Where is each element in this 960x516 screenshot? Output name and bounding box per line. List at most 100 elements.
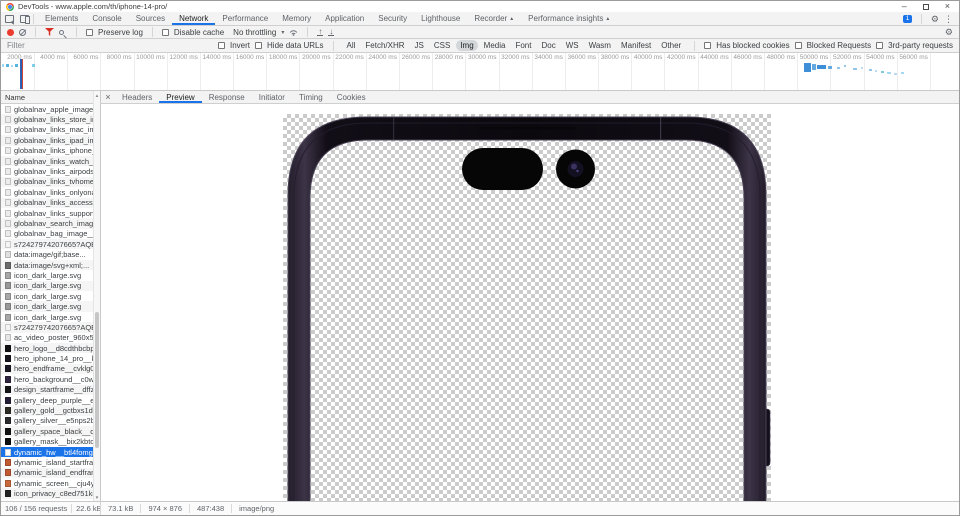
- request-row[interactable]: globalnav_links_ipad_image__: [1, 135, 100, 146]
- filter-type-other[interactable]: Other: [657, 40, 685, 51]
- detail-tab-cookies[interactable]: Cookies: [330, 91, 373, 103]
- request-row[interactable]: icon_dark_large.svg: [1, 312, 100, 322]
- export-har-icon[interactable]: ↓: [328, 28, 335, 36]
- request-row[interactable]: globalnav_search_image__cbl: [1, 218, 100, 229]
- devtools-tab-network[interactable]: Network: [172, 12, 215, 25]
- detail-tab-initiator[interactable]: Initiator: [252, 91, 292, 103]
- devtools-tab-performance[interactable]: Performance: [215, 12, 275, 25]
- request-row[interactable]: icon_dark_large.svg: [1, 301, 100, 312]
- request-row[interactable]: s72427974207665?AQB=1&in: [1, 239, 100, 250]
- request-row[interactable]: hero_endframe__cvklg0xk3w6: [1, 363, 100, 375]
- request-row[interactable]: globalnav_apple_image__b5e: [1, 104, 100, 114]
- chevron-down-icon[interactable]: ▾: [281, 29, 284, 36]
- blocked-requests-checkbox[interactable]: [794, 42, 802, 49]
- request-row[interactable]: hero_iphone_14_pro__kzr001.: [1, 353, 100, 363]
- request-row[interactable]: gallery_silver__e5nps2bqzt26.: [1, 416, 100, 426]
- request-row[interactable]: gallery_space_black__dnuomb: [1, 426, 100, 437]
- scroll-up-icon[interactable]: ▲: [94, 91, 100, 99]
- filter-type-media[interactable]: Media: [480, 40, 510, 51]
- device-toolbar-icon[interactable]: [20, 14, 30, 24]
- request-row[interactable]: globalnav_bag_image__yzte5l: [1, 229, 100, 239]
- network-overview-timeline[interactable]: 2000 ms 4000 ms 6000 ms 8000 ms 10000 ms 1200…: [1, 53, 959, 91]
- invert-checkbox[interactable]: [218, 42, 225, 49]
- detail-tab-timing[interactable]: Timing: [292, 91, 330, 103]
- devtools-tab-elements[interactable]: Elements: [38, 12, 85, 25]
- filter-type-doc[interactable]: Doc: [537, 40, 559, 51]
- disable-cache-checkbox[interactable]: [161, 28, 169, 36]
- request-row[interactable]: hero_background__c0w6qmq: [1, 374, 100, 384]
- import-har-icon[interactable]: ↑: [317, 28, 324, 36]
- throttling-select[interactable]: No throttling: [233, 28, 276, 37]
- record-button[interactable]: [7, 28, 14, 36]
- inspect-element-icon[interactable]: [5, 14, 14, 23]
- request-row[interactable]: icon_privacy_c8ed751kid4v_l: [1, 488, 100, 499]
- request-row[interactable]: globalnav_links_support_imag: [1, 208, 100, 218]
- more-menu-icon[interactable]: ⋮: [944, 14, 953, 24]
- request-row[interactable]: globalnav_links_accessories_i: [1, 197, 100, 208]
- devtools-tab-application[interactable]: Application: [318, 12, 371, 25]
- request-row[interactable]: globalnav_links_iphone_imag: [1, 146, 100, 156]
- maximize-button[interactable]: [922, 3, 929, 10]
- filter-type-fetchxhr[interactable]: Fetch/XHR: [361, 40, 408, 51]
- request-row[interactable]: dynamic_screen__cju4yfobexv: [1, 478, 100, 488]
- devtools-tab-memory[interactable]: Memory: [275, 12, 318, 25]
- request-row[interactable]: data:image/gif;base...: [1, 249, 100, 259]
- request-row[interactable]: gallery_gold__gctbxs1dpb6m: [1, 405, 100, 416]
- filter-funnel-icon[interactable]: [45, 28, 54, 36]
- request-row[interactable]: dynamic_hw__btl4fomgnpyu_: [1, 446, 100, 458]
- request-row[interactable]: icon_dark_large.svg: [1, 270, 100, 280]
- request-row[interactable]: globalnav_links_onlyonapple_: [1, 187, 100, 197]
- request-row[interactable]: icon_dark_large.svg: [1, 291, 100, 301]
- settings-gear-icon[interactable]: ⚙: [931, 14, 939, 24]
- filter-type-font[interactable]: Font: [511, 40, 535, 51]
- issues-badge[interactable]: 1: [903, 14, 912, 23]
- request-row[interactable]: ac_video_poster_960x540.jpg: [1, 333, 100, 343]
- network-settings-gear-icon[interactable]: ⚙: [945, 27, 953, 37]
- request-row[interactable]: icon_dark_large.svg: [1, 280, 100, 292]
- close-detail-icon[interactable]: ×: [101, 91, 115, 103]
- network-conditions-icon[interactable]: [289, 28, 298, 36]
- minimize-button[interactable]: –: [902, 2, 907, 11]
- preserve-log-checkbox[interactable]: [86, 28, 93, 36]
- devtools-tab-performance-insights[interactable]: Performance insights ▲: [521, 12, 617, 25]
- detail-tab-response[interactable]: Response: [202, 91, 252, 103]
- devtools-tab-recorder[interactable]: Recorder ▲: [467, 12, 521, 25]
- filter-type-js[interactable]: JS: [411, 40, 428, 51]
- request-row[interactable]: globalnav_links_store_image_: [1, 114, 100, 125]
- requests-scrollbar[interactable]: ▲ ▼: [93, 91, 100, 501]
- request-row[interactable]: dynamic_island_startframe__c: [1, 457, 100, 467]
- request-row[interactable]: globalnav_links_watch_image: [1, 155, 100, 167]
- name-column-header[interactable]: Name: [1, 91, 100, 104]
- detail-tab-headers[interactable]: Headers: [115, 91, 159, 103]
- filter-input[interactable]: [7, 41, 213, 50]
- request-row[interactable]: hero_logo__d8cdthbcbp8i_lar: [1, 342, 100, 354]
- request-row[interactable]: globalnav_links_mac_image__: [1, 125, 100, 135]
- has-blocked-cookies-checkbox[interactable]: [704, 42, 712, 49]
- request-row[interactable]: design_startframe__dffzvjeyrc: [1, 384, 100, 395]
- request-row[interactable]: gallery_deep_purple__eog5f5.: [1, 395, 100, 405]
- detail-tab-preview[interactable]: Preview: [159, 91, 201, 103]
- filter-type-wasm[interactable]: Wasm: [585, 40, 615, 51]
- request-row[interactable]: dynamic_island_endframe__ej: [1, 467, 100, 479]
- filter-type-ws[interactable]: WS: [562, 40, 583, 51]
- scroll-down-icon[interactable]: ▼: [94, 493, 100, 501]
- devtools-tab-sources[interactable]: Sources: [129, 12, 172, 25]
- devtools-tab-lighthouse[interactable]: Lighthouse: [414, 12, 467, 25]
- devtools-tab-console[interactable]: Console: [85, 12, 128, 25]
- filter-type-manifest[interactable]: Manifest: [617, 40, 655, 51]
- hide-data-urls-checkbox[interactable]: [255, 42, 263, 49]
- filter-type-img[interactable]: Img: [456, 40, 478, 51]
- scrollbar-thumb[interactable]: [95, 312, 99, 448]
- request-row[interactable]: globalnav_links_airpods_imag: [1, 166, 100, 176]
- close-button[interactable]: ×: [945, 2, 950, 11]
- request-row[interactable]: s72427974207665?AQB=1&p: [1, 322, 100, 333]
- filter-type-css[interactable]: CSS: [430, 40, 454, 51]
- request-row[interactable]: data:image/svg+xml;...: [1, 259, 100, 271]
- third-party-checkbox[interactable]: [876, 42, 884, 49]
- search-icon[interactable]: [59, 29, 64, 35]
- devtools-tab-security[interactable]: Security: [371, 12, 414, 25]
- request-row[interactable]: globalnav_links_tvhome_imag: [1, 176, 100, 188]
- clear-icon[interactable]: [19, 28, 26, 36]
- filter-type-all[interactable]: All: [343, 40, 360, 51]
- request-row[interactable]: gallery_mask__bix2kbtcs6ly_la: [1, 437, 100, 447]
